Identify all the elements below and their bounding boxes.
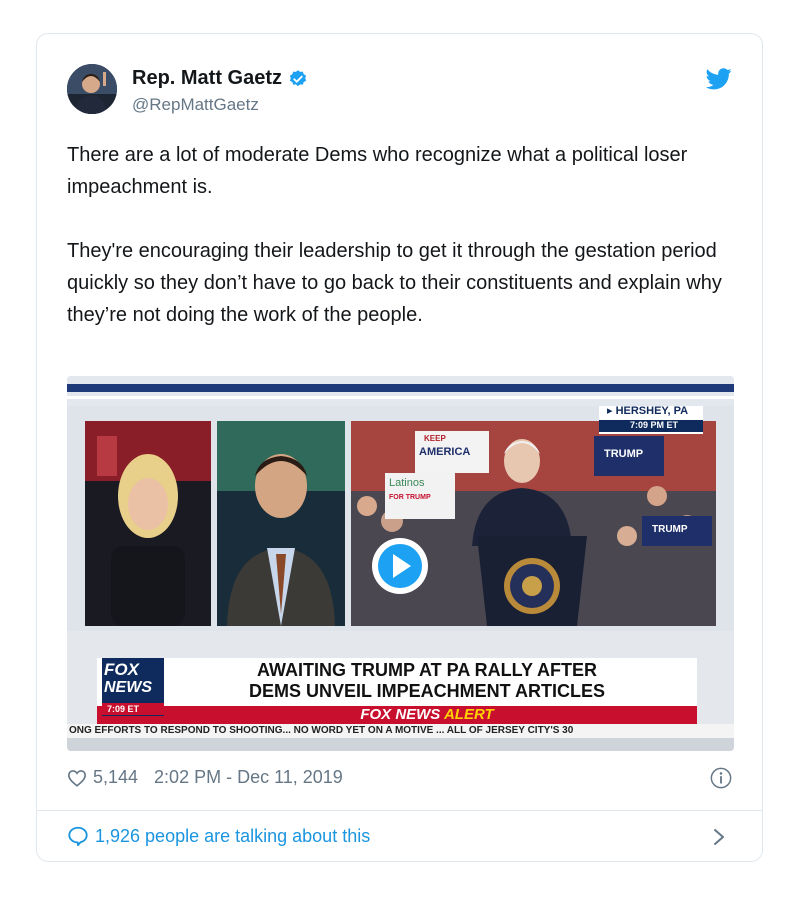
- comment-bubble-icon: [68, 826, 88, 847]
- author-name[interactable]: Rep. Matt Gaetz: [132, 67, 282, 90]
- tweet-card: Rep. Matt Gaetz @RepMattGaetz There are …: [36, 33, 763, 862]
- sign-keep: KEEP: [424, 434, 446, 443]
- sign-america: AMERICA: [419, 446, 471, 458]
- headline-line-2: DEMS UNVEIL IMPEACHMENT ARTICLES: [248, 681, 606, 701]
- divider: [37, 810, 762, 811]
- fox-logo-line2: NEWS: [104, 679, 152, 696]
- sign-trump: TRUMP: [604, 448, 644, 460]
- talking-link[interactable]: 1,926 people are talking about this: [67, 825, 370, 847]
- tweet-paragraph: They're encouraging their leadership to …: [67, 240, 728, 326]
- alert-prefix: FOX NEWS: [360, 706, 441, 723]
- sign-latinos: Latinos: [389, 477, 425, 489]
- play-icon[interactable]: [372, 538, 428, 594]
- alert-word: ALERT: [443, 706, 494, 723]
- talking-text[interactable]: 1,926 people are talking about this: [95, 826, 370, 847]
- avatar-image: [67, 64, 117, 114]
- sign-for-trump: FOR TRUMP: [389, 494, 431, 501]
- tweet-meta: 5,144 2:02 PM - Dec 11, 2019: [67, 767, 343, 788]
- location-tag: ▸ HERSHEY, PA: [607, 405, 689, 417]
- verified-icon: [289, 69, 307, 86]
- like-count[interactable]: 5,144: [93, 767, 138, 788]
- alert-bar: FOX NEWS ALERT: [167, 706, 687, 724]
- chevron-right-icon[interactable]: [712, 827, 726, 847]
- author-handle[interactable]: @RepMattGaetz: [132, 95, 259, 115]
- heart-icon[interactable]: [67, 769, 87, 787]
- twitter-bird-icon[interactable]: [706, 68, 732, 90]
- info-icon[interactable]: [710, 767, 732, 789]
- news-ticker: ONG EFFORTS TO RESPOND TO SHOOTING... NO…: [69, 725, 574, 736]
- fox-logo-time: 7:09 ET: [107, 704, 140, 714]
- tweet-text: There are a lot of moderate Dems who rec…: [67, 139, 742, 363]
- author-name-row[interactable]: Rep. Matt Gaetz: [132, 67, 308, 90]
- tweet-paragraph: There are a lot of moderate Dems who rec…: [67, 144, 693, 198]
- sign-trump-2: TRUMP: [652, 524, 688, 535]
- headline-line-1: AWAITING TRUMP AT PA RALLY AFTER: [256, 660, 597, 680]
- video-thumbnail[interactable]: ▸ HERSHEY, PA 7:09 PM ET KEEP AMERICA La…: [67, 376, 734, 751]
- fox-logo-line1: FOX: [104, 660, 139, 679]
- avatar[interactable]: [67, 64, 117, 114]
- location-time: 7:09 PM ET: [629, 420, 678, 430]
- tweet-timestamp[interactable]: 2:02 PM - Dec 11, 2019: [154, 767, 343, 788]
